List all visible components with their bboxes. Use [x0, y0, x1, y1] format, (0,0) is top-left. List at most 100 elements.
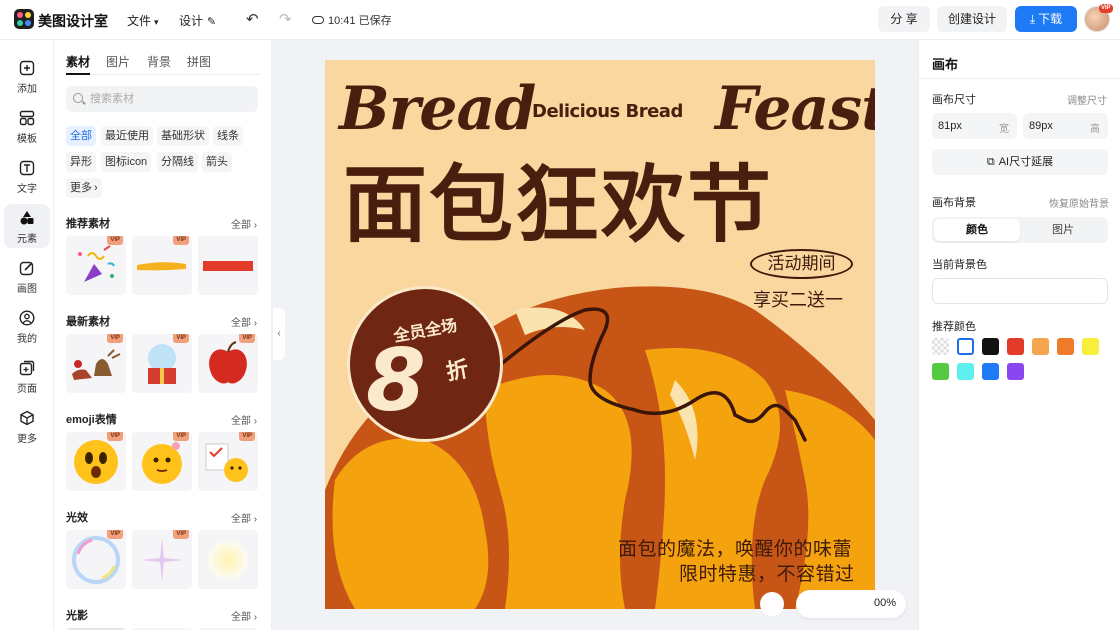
bg-type-toggle: 颜色 图片: [932, 217, 1108, 243]
page-icon: [19, 360, 35, 376]
color-swatch[interactable]: [1007, 338, 1024, 355]
asset-glow[interactable]: [198, 530, 258, 589]
chip-dividers[interactable]: 分隔线: [157, 152, 198, 172]
poster-title-feast[interactable]: Feast: [715, 74, 875, 144]
ai-resize-button[interactable]: ⧉ AI尺寸延展: [932, 149, 1108, 175]
poster-slogan-line2[interactable]: 限时特惠，不容错过: [679, 559, 855, 586]
undo-icon[interactable]: ↶: [246, 10, 259, 28]
section-all-latest[interactable]: 全部 ›: [231, 314, 257, 329]
design-canvas[interactable]: Bread Delicious Bread Feast 面包狂欢节 活动期间 享…: [325, 60, 875, 609]
restore-bg-link[interactable]: 恢复原始背景: [1049, 195, 1109, 210]
create-design-button[interactable]: 创建设计: [937, 6, 1007, 32]
rail-item-add[interactable]: 添加: [4, 54, 50, 98]
poster-subtitle[interactable]: Delicious Bread: [532, 101, 683, 122]
height-field[interactable]: 高: [1023, 113, 1108, 139]
color-swatch[interactable]: [982, 363, 999, 380]
asset-santa-sleigh[interactable]: VIP: [66, 334, 126, 393]
asset-yellow-brush[interactable]: VIP: [132, 236, 192, 295]
poster-main-title[interactable]: 面包狂欢节: [343, 138, 773, 259]
width-input[interactable]: [938, 118, 988, 134]
current-bg-color-field[interactable]: [932, 278, 1108, 304]
rail-item-page[interactable]: 页面: [4, 354, 50, 398]
height-input[interactable]: [1029, 118, 1079, 134]
file-menu[interactable]: 文件 ▾: [127, 12, 159, 29]
rail-item-draw[interactable]: 画图: [4, 254, 50, 298]
user-icon: [19, 310, 35, 326]
section-title-light-shadow: 光影: [66, 610, 88, 622]
section-all-recommended[interactable]: 全部 ›: [231, 216, 257, 231]
poster-slogan-line1[interactable]: 面包的魔法，唤醒你的味蕾: [618, 534, 852, 561]
edit-icon: ✎: [207, 16, 217, 28]
asset-red-apple[interactable]: VIP: [198, 334, 258, 393]
rail-item-mine[interactable]: 我的: [4, 304, 50, 348]
bg-image-option[interactable]: 图片: [1020, 219, 1106, 241]
section-all-label: 全部: [231, 220, 251, 231]
color-swatch[interactable]: [982, 338, 999, 355]
divider: [919, 78, 1120, 79]
app-logo-icon[interactable]: [14, 9, 34, 29]
poster-offer[interactable]: 享买二送一: [753, 286, 843, 312]
tab-collage[interactable]: 拼图: [187, 53, 211, 70]
color-swatch[interactable]: [932, 363, 949, 380]
chip-lines[interactable]: 线条: [213, 126, 243, 146]
section-all-label: 全部: [231, 318, 251, 329]
bg-color-option[interactable]: 颜色: [934, 219, 1020, 241]
tab-materials[interactable]: 素材: [66, 53, 91, 75]
vip-tag: VIP: [107, 530, 123, 539]
discount-badge[interactable]: 全员全场 8 折: [347, 286, 503, 442]
asset-snow-globe[interactable]: VIP: [132, 334, 192, 393]
vip-tag: VIP: [239, 334, 255, 343]
badge-number: 8: [366, 331, 426, 431]
search-input[interactable]: [90, 90, 250, 108]
chip-icons[interactable]: 图标icon: [101, 152, 152, 172]
color-swatch[interactable]: [1007, 363, 1024, 380]
asset-shocked-emoji[interactable]: VIP: [66, 432, 126, 491]
redo-icon[interactable]: ↷: [279, 10, 292, 28]
chip-recent[interactable]: 最近使用: [101, 126, 153, 146]
rail-item-text[interactable]: 文字: [4, 154, 50, 198]
poster-title-bread[interactable]: Bread: [339, 74, 536, 144]
color-swatch[interactable]: [957, 363, 974, 380]
file-menu-label: 文件: [127, 14, 152, 28]
width-field[interactable]: 宽: [932, 113, 1017, 139]
section-all-light-shadow[interactable]: 全部 ›: [231, 608, 257, 623]
asset-thinking-emoji[interactable]: VIP: [132, 432, 192, 491]
rail-item-more[interactable]: 更多: [4, 404, 50, 448]
asset-bubble-ring[interactable]: VIP: [66, 530, 126, 589]
section-all-light-effects[interactable]: 全部 ›: [231, 510, 257, 525]
asset-red-bar[interactable]: [198, 236, 258, 295]
vip-tag: VIP: [173, 530, 189, 539]
app-brand[interactable]: 美图设计室: [38, 11, 108, 31]
color-swatch[interactable]: [1032, 338, 1049, 355]
poster-period-pill[interactable]: 活动期间: [750, 249, 853, 279]
chevron-right-icon: ›: [94, 182, 98, 194]
adjust-size-link[interactable]: 调整尺寸: [1067, 92, 1107, 107]
recommended-colors-label: 推荐颜色: [932, 321, 976, 333]
chip-basic-shapes[interactable]: 基础形状: [157, 126, 209, 146]
asset-party-popper[interactable]: VIP: [66, 236, 126, 295]
design-menu[interactable]: 设计 ✎: [179, 12, 216, 29]
color-swatch[interactable]: [1057, 338, 1074, 355]
color-swatch[interactable]: [1082, 338, 1099, 355]
asset-checklist-emoji[interactable]: VIP: [198, 432, 258, 491]
rail-item-template[interactable]: 模板: [4, 104, 50, 148]
section-all-emoji[interactable]: 全部 ›: [231, 412, 257, 427]
chip-arrows[interactable]: 箭头: [202, 152, 232, 172]
asset-sparkle[interactable]: VIP: [132, 530, 192, 589]
rail-item-element[interactable]: 元素: [4, 204, 50, 248]
tab-images[interactable]: 图片: [106, 53, 130, 70]
cloud-icon: [312, 16, 324, 24]
vip-tag: VIP: [239, 432, 255, 441]
download-button[interactable]: ⤓ 下载: [1015, 6, 1077, 32]
color-swatch[interactable]: [932, 338, 949, 355]
section-all-label: 全部: [231, 514, 251, 525]
share-button[interactable]: 分 享: [878, 6, 930, 32]
chip-more[interactable]: 更多 ›: [66, 178, 102, 198]
color-swatch[interactable]: [957, 338, 974, 355]
zoom-control[interactable]: 00%: [796, 590, 906, 618]
chip-all[interactable]: 全部: [66, 126, 96, 146]
help-button[interactable]: [760, 592, 784, 616]
chip-irregular[interactable]: 异形: [66, 152, 96, 172]
collapse-panel-button[interactable]: ‹: [273, 308, 285, 360]
tab-backgrounds[interactable]: 背景: [147, 53, 171, 70]
